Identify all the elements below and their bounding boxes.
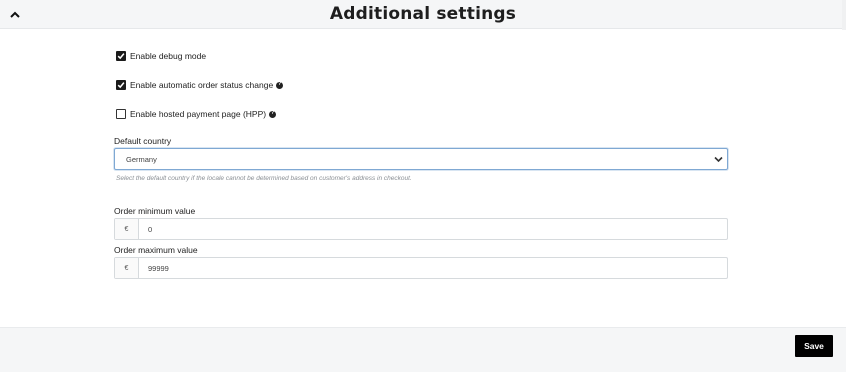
section-title: Additional settings <box>329 4 517 24</box>
order-status-change-option[interactable]: Enable automatic order status change ? <box>116 80 284 90</box>
debug-mode-label: Enable debug mode <box>130 51 207 61</box>
form-footer: Save <box>0 327 846 372</box>
euro-addon: € <box>115 258 139 278</box>
default-country-select[interactable]: Germany <box>114 148 728 170</box>
order-maximum-label: Order maximum value <box>114 245 198 255</box>
settings-form: Enable debug mode Enable automatic order… <box>0 30 846 327</box>
hosted-payment-page-label: Enable hosted payment page (HPP) <box>130 109 267 119</box>
hosted-payment-page-option[interactable]: Enable hosted payment page (HPP) ? <box>116 109 277 119</box>
checkmark-icon <box>117 82 125 89</box>
order-minimum-input[interactable]: 0 <box>139 219 727 239</box>
order-maximum-field: € 99999 <box>114 257 728 279</box>
default-country-value: Germany <box>126 155 157 164</box>
default-country-label: Default country <box>114 136 172 146</box>
order-status-change-checkbox[interactable] <box>116 80 126 90</box>
order-minimum-field: € 0 <box>114 218 728 240</box>
section-header: Additional settings <box>0 0 846 29</box>
chevron-down-icon <box>714 156 723 163</box>
order-maximum-input[interactable]: 99999 <box>139 258 727 278</box>
checkmark-icon <box>117 53 125 60</box>
debug-mode-option[interactable]: Enable debug mode <box>116 51 206 61</box>
hosted-payment-page-checkbox[interactable] <box>116 109 126 119</box>
order-minimum-label: Order minimum value <box>114 206 196 216</box>
default-country-hint: Select the default country if the locale… <box>116 175 412 182</box>
order-status-change-label: Enable automatic order status change <box>130 80 274 90</box>
help-icon[interactable]: ? <box>276 81 284 89</box>
debug-mode-checkbox[interactable] <box>116 51 126 61</box>
help-icon[interactable]: ? <box>269 110 277 118</box>
save-button[interactable]: Save <box>795 335 833 357</box>
euro-addon: € <box>115 219 139 239</box>
